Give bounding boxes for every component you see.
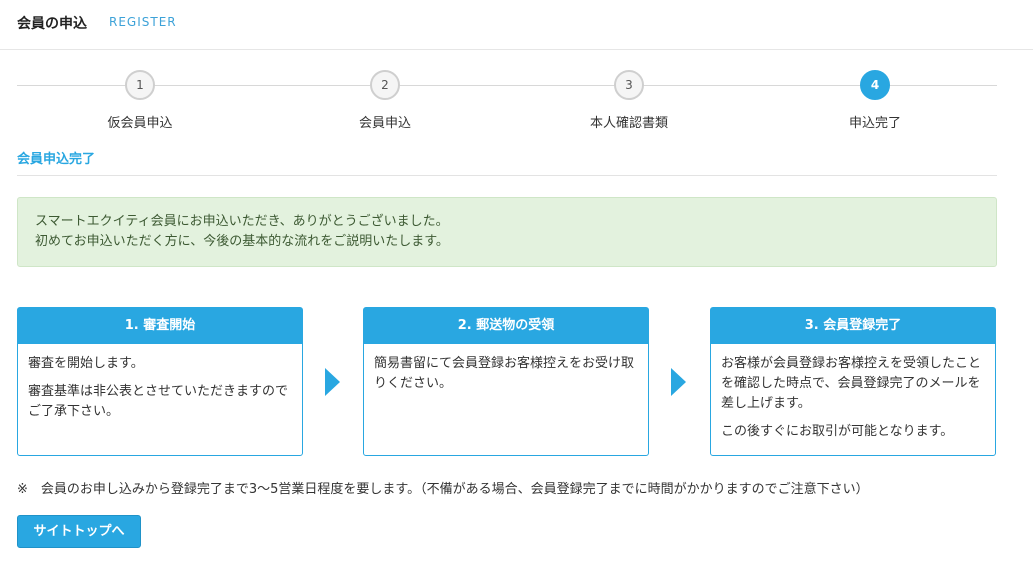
arrow-right-icon — [671, 368, 686, 396]
flow-card-2: 2. 郵送物の受領 簡易書留にて会員登録お客様控えをお受け取りください。 — [363, 307, 649, 456]
flow-card-2-title: 2. 郵送物の受領 — [364, 308, 648, 344]
flow-card-3-text-2: この後すぐにお取引が可能となります。 — [721, 424, 954, 439]
step-1-number: 1 — [125, 70, 155, 100]
flow-card-1-body: 審査を開始します。 審査基準は非公表とさせていただきますのでご了承下さい。 — [18, 344, 302, 432]
step-4: 4 申込完了 — [795, 70, 955, 131]
step-4-label: 申込完了 — [848, 116, 901, 131]
section-title: 会員申込完了 — [17, 152, 96, 167]
page-subtitle: REGISTER — [109, 15, 177, 29]
step-2: 2 会員申込 — [305, 70, 465, 131]
notice-line-1: スマートエクイティ会員にお申込いただき、ありがとうございました。 — [35, 214, 449, 229]
flow-card-2-text-1: 簡易書留にて会員登録お客様控えをお受け取りください。 — [374, 356, 635, 391]
flow-card-1-text-2: 審査基準は非公表とさせていただきますのでご了承下さい。 — [28, 384, 289, 419]
flow-card-1-text-1: 審査を開始します。 — [28, 356, 144, 371]
progress-steps: 1 仮会員申込 2 会員申込 3 本人確認書類 4 申込完了 — [17, 70, 997, 132]
flow-card-3-text-1: お客様が会員登録お客様控えを受領したことを確認した時点で、会員登録完了のメールを… — [721, 356, 982, 411]
page-header: 会員の申込 REGISTER — [0, 0, 1033, 50]
step-3-number: 3 — [614, 70, 644, 100]
notice-line-2: 初めてお申込いただく方に、今後の基本的な流れをご説明いたします。 — [35, 234, 449, 249]
step-2-label: 会員申込 — [358, 116, 411, 131]
step-4-number: 4 — [860, 70, 890, 100]
step-3-label: 本人確認書類 — [589, 116, 668, 131]
site-top-button[interactable]: サイトトップへ — [17, 515, 141, 548]
flow-card-3-title: 3. 会員登録完了 — [711, 308, 995, 344]
step-1-label: 仮会員申込 — [107, 116, 173, 131]
arrow-right-icon — [325, 368, 340, 396]
step-1: 1 仮会員申込 — [60, 70, 220, 131]
flow-card-3: 3. 会員登録完了 お客様が会員登録お客様控えを受領したことを確認した時点で、会… — [710, 307, 996, 456]
flow-card-1: 1. 審査開始 審査を開始します。 審査基準は非公表とさせていただきますのでご了… — [17, 307, 303, 456]
flow-card-3-body: お客様が会員登録お客様控えを受領したことを確認した時点で、会員登録完了のメールを… — [711, 344, 995, 452]
flow-card-1-title: 1. 審査開始 — [18, 308, 302, 344]
section-divider — [17, 175, 997, 176]
step-2-number: 2 — [370, 70, 400, 100]
step-3: 3 本人確認書類 — [549, 70, 709, 131]
page-title: 会員の申込 — [17, 16, 87, 32]
completion-notice: スマートエクイティ会員にお申込いただき、ありがとうございました。 初めてお申込い… — [17, 197, 997, 267]
flow-card-2-body: 簡易書留にて会員登録お客様控えをお受け取りください。 — [364, 344, 648, 404]
footnote: ※ 会員のお申し込みから登録完了まで3〜5営業日程度を要します。（不備がある場合… — [17, 482, 869, 497]
